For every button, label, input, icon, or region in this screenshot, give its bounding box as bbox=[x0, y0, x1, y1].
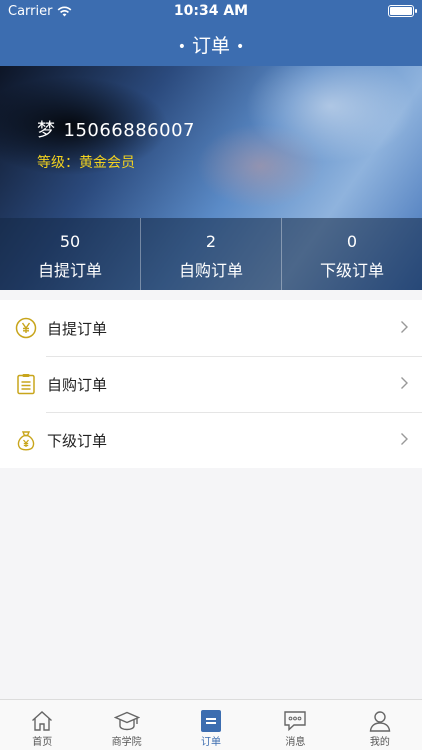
home-icon bbox=[32, 711, 53, 731]
page-title-text: 订单 bbox=[191, 35, 230, 57]
tab-label: 订单 bbox=[201, 737, 222, 748]
stat-value: 2 bbox=[205, 232, 217, 251]
chevron-right-icon bbox=[401, 321, 408, 333]
stat-value: 50 bbox=[59, 232, 81, 251]
yen-circle-icon bbox=[15, 317, 37, 339]
menu-item-label: 下级订单 bbox=[47, 431, 108, 450]
tab-academy[interactable]: 商学院 bbox=[84, 700, 168, 750]
menu-item-subordinate-orders[interactable]: 下级订单 bbox=[0, 412, 422, 468]
stat-label: 自购订单 bbox=[178, 261, 243, 280]
page-title: • 订单 • bbox=[177, 35, 245, 57]
clipboard-icon bbox=[17, 374, 35, 395]
status-bar: Carrier 10:34 AM bbox=[0, 0, 422, 22]
stat-label: 自提订单 bbox=[37, 261, 102, 280]
order-menu: 自提订单 自购订单 下级订单 bbox=[0, 300, 422, 468]
header: Carrier 10:34 AM • 订单 • bbox=[0, 0, 422, 66]
stat-label: 下级订单 bbox=[319, 261, 384, 280]
battery-icon bbox=[388, 5, 417, 17]
menu-item-label: 自购订单 bbox=[47, 375, 108, 394]
order-icon bbox=[201, 710, 222, 732]
person-icon bbox=[369, 711, 391, 732]
tab-label: 首页 bbox=[32, 737, 53, 748]
graduation-cap-icon bbox=[113, 711, 140, 731]
user-phone: 15066886007 bbox=[63, 120, 195, 141]
profile-banner: 梦 15066886007 等级：黄金会员 50 自提订单 2 自购订单 0 下级… bbox=[0, 66, 422, 290]
stat-subordinate-orders[interactable]: 0 下级订单 bbox=[282, 218, 422, 290]
tab-profile[interactable]: 我的 bbox=[338, 700, 422, 750]
clock: 10:34 AM bbox=[173, 3, 249, 19]
stat-value: 0 bbox=[346, 232, 358, 251]
user-name: 梦 bbox=[37, 120, 56, 141]
member-level: 等级：黄金会员 bbox=[37, 155, 135, 171]
tab-messages[interactable]: 消息 bbox=[253, 700, 337, 750]
menu-item-label: 自提订单 bbox=[47, 319, 108, 338]
stat-pickup-orders[interactable]: 50 自提订单 bbox=[0, 218, 141, 290]
menu-item-self-purchase-orders[interactable]: 自购订单 bbox=[0, 356, 422, 412]
tab-orders[interactable]: 订单 bbox=[169, 700, 253, 750]
stat-self-purchase-orders[interactable]: 2 自购订单 bbox=[141, 218, 282, 290]
menu-item-pickup-orders[interactable]: 自提订单 bbox=[0, 300, 422, 356]
user-info: 梦 15066886007 bbox=[37, 116, 195, 142]
chevron-right-icon bbox=[401, 433, 408, 445]
tab-bar: 首页 商学院 订单 消息 我的 bbox=[0, 699, 422, 750]
tab-label: 消息 bbox=[285, 737, 306, 748]
tab-label: 商学院 bbox=[111, 737, 142, 748]
order-stats: 50 自提订单 2 自购订单 0 下级订单 bbox=[0, 218, 422, 290]
tab-home[interactable]: 首页 bbox=[0, 700, 84, 750]
chevron-right-icon bbox=[401, 377, 408, 389]
chat-icon bbox=[284, 711, 307, 732]
tab-label: 我的 bbox=[369, 737, 390, 748]
money-bag-icon bbox=[17, 431, 35, 451]
